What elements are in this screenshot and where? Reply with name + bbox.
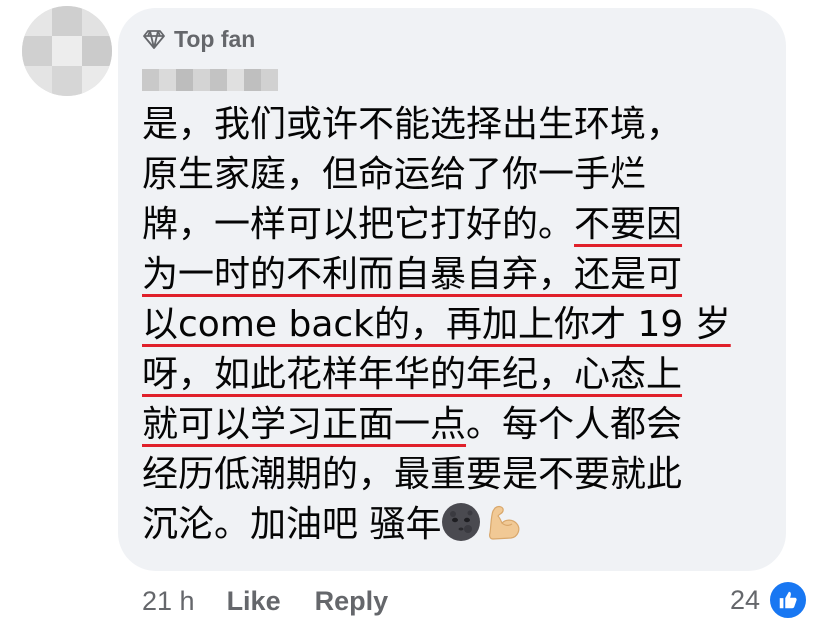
badge-label: Top fan bbox=[174, 25, 256, 52]
diamond-icon bbox=[143, 30, 165, 49]
reaction-summary[interactable]: 24 bbox=[730, 580, 808, 620]
comment-line: 以come back的，再加上你才 19 岁 bbox=[142, 304, 731, 345]
comment-text-segment: 原生家庭，但命运给了你一手烂 bbox=[142, 154, 647, 195]
comment-footer: 21 h Like Reply bbox=[142, 583, 422, 619]
commenter-name-blurred[interactable] bbox=[142, 69, 278, 91]
reply-button[interactable]: Reply bbox=[315, 586, 389, 617]
comment-line: 原生家庭，但命运给了你一手烂 bbox=[142, 154, 646, 195]
comment-line: 为一时的不利而自暴自弃，还是可 bbox=[142, 254, 682, 295]
comment-line: 牌，一样可以把它打好的。不要因 bbox=[142, 204, 682, 245]
comment-line: 经历低潮期的，最重要是不要就此 bbox=[142, 454, 682, 495]
highlighted-text: 为一时的不利而自暴自弃，还是可 bbox=[142, 254, 683, 295]
comment-text-segment: 是，我们或许不能选择出生环境， bbox=[142, 104, 683, 145]
avatar[interactable] bbox=[22, 6, 112, 96]
comment-text-segment: 经历低潮期的，最重要是不要就此 bbox=[142, 454, 683, 495]
timestamp[interactable]: 21 h bbox=[142, 586, 195, 617]
highlighted-text: 就可以学习正面一点 bbox=[142, 404, 467, 445]
comment-text-segment: 沉沦。加油吧 骚年 bbox=[142, 504, 442, 545]
comment-line: 呀，如此花样年华的年纪，心态上 bbox=[142, 354, 682, 395]
new-moon-face-icon bbox=[442, 503, 481, 541]
comment-text-segment: 牌，一样可以把它打好的。 bbox=[142, 204, 575, 245]
like-button[interactable]: Like bbox=[227, 586, 281, 617]
comment-line: 是，我们或许不能选择出生环境， bbox=[142, 104, 682, 145]
thumbs-up-icon bbox=[768, 580, 808, 620]
comment-line: 沉沦。加油吧 骚年 bbox=[142, 503, 525, 545]
comment-text-segment: 。每个人都会 bbox=[466, 404, 683, 445]
top-fan-badge: Top fan bbox=[142, 24, 255, 54]
flexed-biceps-icon bbox=[489, 505, 520, 540]
comment-line: 就可以学习正面一点。每个人都会 bbox=[142, 404, 682, 445]
comment-text: 是，我们或许不能选择出生环境， 原生家庭，但命运给了你一手烂 牌，一样可以把它打好的… bbox=[142, 100, 772, 550]
reaction-count: 24 bbox=[729, 584, 760, 615]
highlighted-text: 不要因 bbox=[574, 204, 683, 245]
highlighted-text: 呀，如此花样年华的年纪，心态上 bbox=[142, 354, 683, 395]
highlighted-text: 以come back的，再加上你才 19 岁 bbox=[142, 304, 731, 345]
